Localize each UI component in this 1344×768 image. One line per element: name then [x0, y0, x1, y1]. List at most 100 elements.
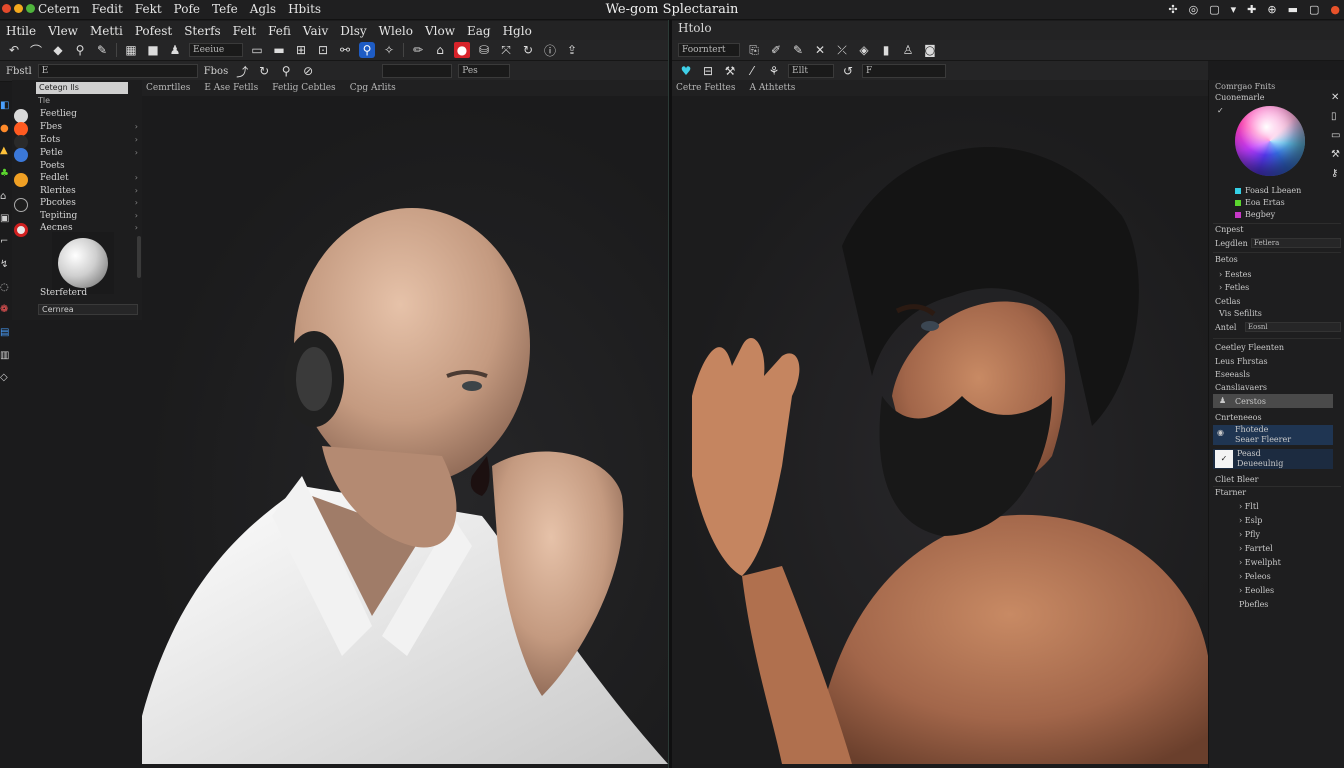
sync-icon[interactable]: ◎ — [1189, 3, 1199, 16]
tree-item[interactable]: › Fltl — [1239, 502, 1259, 511]
edit-icon[interactable]: ✐ — [768, 42, 784, 58]
tab[interactable]: Cemrtlles — [146, 83, 190, 93]
eraser-icon[interactable]: ◆ — [50, 42, 66, 58]
menu-item[interactable]: Wlelo — [379, 24, 413, 38]
chevron-right-icon[interactable]: › — [135, 186, 138, 195]
menu-item[interactable]: Dlsy — [340, 24, 366, 38]
menu-item[interactable]: Fefi — [268, 24, 291, 38]
menu-item[interactable]: Pofest — [135, 24, 172, 38]
list-item[interactable]: Fedlet › — [12, 173, 138, 187]
pen-icon[interactable]: ✎ — [94, 42, 110, 58]
tool-icon[interactable]: ❁ — [0, 304, 10, 316]
record-icon[interactable]: ● — [1330, 3, 1340, 16]
tool-icon[interactable]: ▤ — [0, 327, 10, 339]
tool-icon[interactable]: ♣ — [0, 168, 10, 180]
options-field[interactable]: E — [37, 64, 198, 78]
color-wheel[interactable] — [1235, 106, 1305, 176]
tree-item[interactable]: › Pfly — [1239, 530, 1260, 539]
tab[interactable]: E Ase Fetlls — [204, 83, 258, 93]
tool-icon[interactable]: ↯ — [0, 259, 10, 271]
heart-icon[interactable]: ♥ — [678, 63, 694, 79]
list-item[interactable]: Feetlieg — [12, 109, 138, 123]
minimize-icon[interactable]: ▬ — [1288, 3, 1298, 16]
camera-select[interactable]: Cernrea — [38, 304, 138, 315]
sparkle-icon[interactable]: ✧ — [381, 42, 397, 58]
list-item[interactable]: Tepiting › — [12, 211, 138, 223]
viewport-left[interactable] — [142, 96, 668, 764]
menu-item[interactable]: Htile — [6, 24, 36, 38]
user-icon[interactable]: ♙ — [900, 42, 916, 58]
transform-icon[interactable]: ⤧ — [498, 42, 514, 58]
link-icon[interactable]: ⚯ — [337, 42, 353, 58]
pen-tool-icon[interactable]: ✎ — [790, 42, 806, 58]
search-icon[interactable]: ⚲ — [72, 42, 88, 58]
globe-icon[interactable]: ⊕ — [1267, 3, 1276, 16]
chevron-right-icon[interactable]: › — [135, 173, 138, 182]
menu-item[interactable]: Vaiv — [303, 24, 328, 38]
close-icon[interactable]: ✕ — [1331, 92, 1343, 103]
selected-item[interactable] — [1213, 394, 1333, 408]
info-icon[interactable]: ⓘ — [542, 42, 558, 58]
tab[interactable]: Cpg Arlits — [350, 83, 396, 93]
maximize-icon[interactable]: ▢ — [1309, 3, 1319, 16]
frame-icon[interactable]: ▯ — [1331, 111, 1343, 122]
tab[interactable]: Cetre Fetltes — [676, 83, 735, 93]
tool-icon[interactable]: ◇ — [0, 372, 10, 384]
chevron-right-icon[interactable]: › — [135, 211, 138, 220]
pencil-icon[interactable]: ✏ — [410, 42, 426, 58]
list-item[interactable]: Pbcotes › — [12, 198, 138, 212]
share-icon[interactable]: ⇪ — [564, 42, 580, 58]
bucket-icon[interactable]: ⛁ — [476, 42, 492, 58]
chevron-right-icon[interactable]: › — [135, 223, 138, 232]
key-icon[interactable]: ⚷ — [1331, 168, 1343, 179]
swatch-icon[interactable] — [1235, 200, 1241, 206]
dropdown-icon[interactable]: ▾ — [1231, 3, 1237, 16]
swatch-icon[interactable] — [1235, 188, 1241, 194]
brush-icon[interactable]: ⌒ — [28, 42, 44, 58]
cross-icon[interactable]: ✕ — [812, 42, 828, 58]
tool-icon[interactable]: ▥ — [0, 350, 10, 362]
wrench-icon[interactable]: ⚒ — [1331, 149, 1343, 160]
tree-item[interactable]: › Eestes — [1219, 270, 1251, 279]
preset-field[interactable]: Pes — [458, 64, 511, 78]
material-preview[interactable] — [52, 232, 114, 294]
list-item[interactable]: Eots › — [12, 135, 138, 149]
value-field[interactable]: Ellt — [788, 64, 834, 78]
box-icon[interactable]: ■ — [145, 42, 161, 58]
property-field[interactable]: Fetlera — [1251, 238, 1341, 248]
chevron-right-icon[interactable]: › — [135, 198, 138, 207]
tree-item[interactable]: › Ewellpht — [1239, 558, 1281, 567]
split-icon[interactable]: ⤫ — [834, 42, 850, 58]
add-icon[interactable]: ✚ — [1247, 3, 1256, 16]
tool-icon[interactable]: ▣ — [0, 213, 10, 225]
outliner-scrollbar[interactable] — [137, 236, 141, 278]
tag-icon[interactable]: ⌂ — [432, 42, 448, 58]
brush-tool-icon[interactable]: ⁄ — [744, 63, 760, 79]
menu-item[interactable]: Eag — [467, 24, 491, 38]
list-item[interactable]: Petle › — [12, 148, 138, 162]
menu-item[interactable]: Felt — [233, 24, 256, 38]
bulb-icon[interactable]: ⚘ — [766, 63, 782, 79]
menu-item[interactable]: Vlew — [48, 24, 78, 38]
table-icon[interactable]: ⊞ — [293, 42, 309, 58]
hammer-icon[interactable]: ⚒ — [722, 63, 738, 79]
curve-icon[interactable]: ⤴ — [234, 63, 250, 79]
tool-icon[interactable]: ▲ — [0, 145, 10, 157]
tree-item[interactable]: Pbefles — [1239, 600, 1268, 609]
car-icon[interactable]: ▬ — [271, 42, 287, 58]
magnet-icon[interactable]: ⚲ — [278, 63, 294, 79]
check-icon[interactable]: ✓ — [1217, 106, 1224, 115]
rect-icon[interactable]: ▭ — [249, 42, 265, 58]
tool-icon[interactable]: ⌂ — [0, 191, 10, 203]
format-field[interactable]: Foorntert — [678, 43, 740, 57]
rotate-icon[interactable]: ↻ — [520, 42, 536, 58]
grid-icon[interactable]: ▦ — [123, 42, 139, 58]
snap-icon[interactable]: ⊘ — [300, 63, 316, 79]
tool-icon[interactable]: ⌐ — [0, 236, 10, 248]
bar-icon[interactable]: ▮ — [878, 42, 894, 58]
outliner-search[interactable]: Cetegn lls — [36, 82, 128, 94]
tree-item[interactable]: › Fetles — [1219, 283, 1249, 292]
settings-icon[interactable]: ✣ — [1168, 3, 1177, 16]
lock-icon[interactable]: ⊡ — [315, 42, 331, 58]
tree-item[interactable]: › Eeolles — [1239, 586, 1274, 595]
